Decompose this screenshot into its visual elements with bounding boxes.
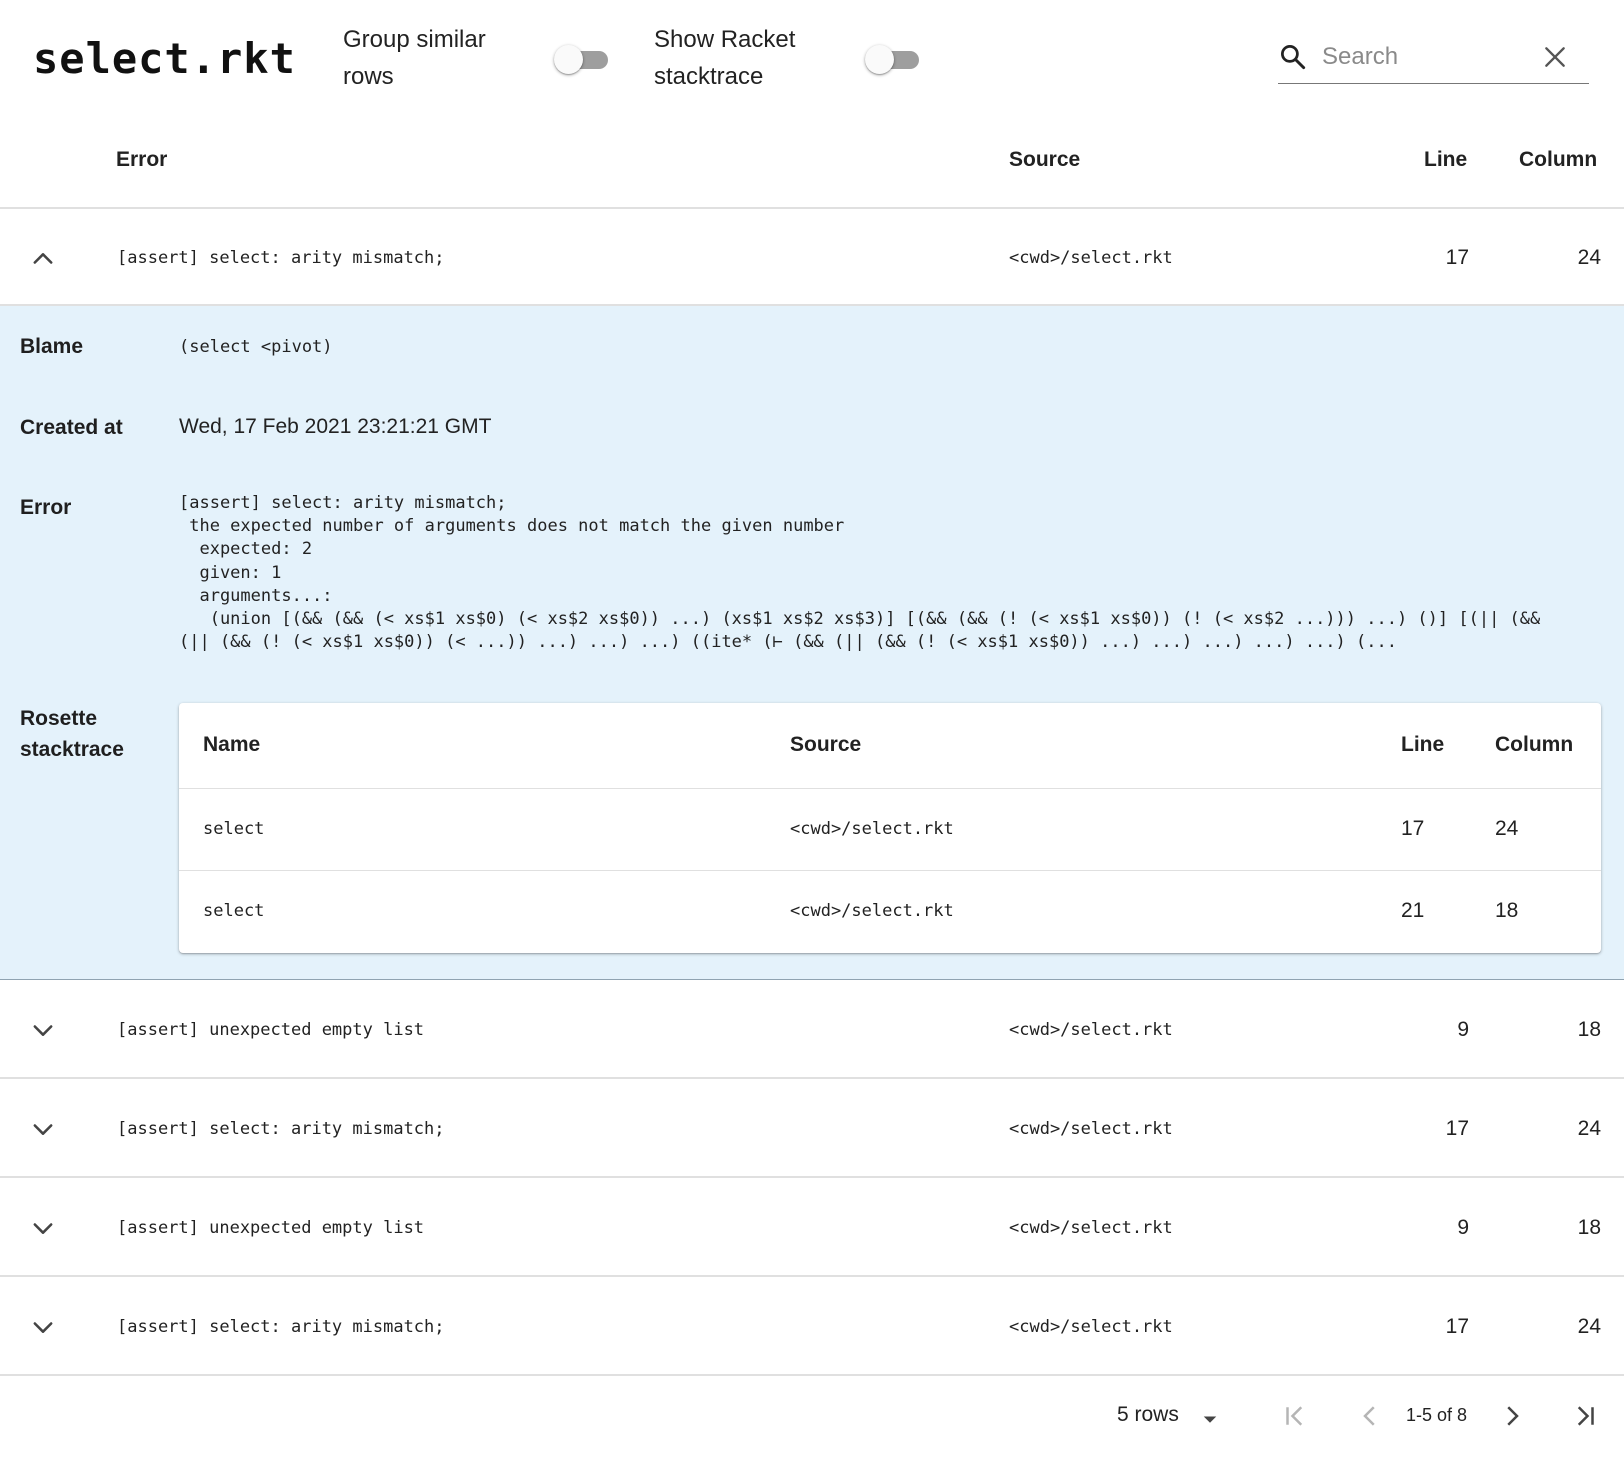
error-detail-panel: Blame (select <pivot) Created at Wed, 17…	[0, 306, 1624, 980]
stack-row-source: <cwd>/select.rkt	[790, 819, 954, 839]
row-error: [assert] unexpected empty list	[117, 1020, 425, 1040]
stack-row-column: 24	[1495, 817, 1519, 840]
show-racket-stacktrace-label: Show Racket stacktrace	[654, 21, 795, 95]
error-message: [assert] select: arity mismatch; the exp…	[179, 493, 1541, 653]
row-source: <cwd>/select.rkt	[1009, 1119, 1173, 1139]
row-line: 17	[1445, 1315, 1469, 1338]
toggle-thumb	[554, 45, 583, 74]
row-error: [assert] select: arity mismatch;	[117, 248, 445, 268]
stack-row-column: 18	[1495, 899, 1519, 922]
created-at-value: Wed, 17 Feb 2021 23:21:21 GMT	[179, 415, 492, 438]
previous-page-icon[interactable]	[1355, 1401, 1385, 1431]
chevron-down-icon[interactable]	[29, 1115, 57, 1143]
column-header-source[interactable]: Source	[1009, 148, 1080, 172]
row-line: 17	[1445, 1117, 1469, 1140]
search-bar	[1278, 32, 1589, 84]
group-similar-rows-label-line2: rows	[343, 63, 394, 90]
rows-per-page-value: 5 rows	[1117, 1403, 1179, 1426]
row-column: 18	[1577, 1018, 1601, 1041]
group-similar-rows-label: Group similar rows	[343, 21, 486, 95]
rosette-stacktrace-label-line2: stacktrace	[20, 738, 124, 761]
show-racket-stacktrace-toggle[interactable]	[865, 42, 925, 76]
column-header-line[interactable]: Line	[1424, 148, 1467, 172]
rosette-stacktrace-label-line1: Rosette	[20, 707, 98, 730]
next-page-icon[interactable]	[1497, 1401, 1527, 1431]
row-divider	[0, 1077, 1624, 1079]
group-similar-rows-toggle[interactable]	[554, 42, 614, 76]
page-range: 1-5 of 8	[1406, 1405, 1468, 1425]
row-column: 24	[1577, 1117, 1601, 1140]
stack-row-name: select	[203, 901, 265, 921]
stack-row-source: <cwd>/select.rkt	[790, 901, 954, 921]
created-at-label: Created at	[20, 416, 123, 439]
search-icon	[1281, 45, 1306, 70]
first-page-icon[interactable]	[1280, 1401, 1310, 1431]
show-racket-stacktrace-label-line2: stacktrace	[654, 63, 764, 90]
close-icon[interactable]	[1542, 44, 1568, 70]
row-source: <cwd>/select.rkt	[1009, 248, 1173, 268]
error-label: Error	[20, 496, 72, 519]
header-divider	[0, 207, 1624, 209]
rosette-stacktrace-label: Rosette stacktrace	[20, 703, 124, 765]
stack-divider	[179, 788, 1601, 789]
row-divider	[0, 1275, 1624, 1277]
row-column: 18	[1577, 1216, 1601, 1239]
chevron-down-icon[interactable]	[29, 1016, 57, 1044]
stack-row-name: select	[203, 819, 265, 839]
chevron-up-icon[interactable]	[29, 245, 57, 273]
column-header-error[interactable]: Error	[116, 148, 167, 172]
dropdown-arrow-icon[interactable]	[1195, 1404, 1225, 1434]
stack-divider	[179, 870, 1601, 871]
stack-header-source[interactable]: Source	[790, 733, 861, 757]
row-error: [assert] unexpected empty list	[117, 1218, 425, 1238]
stack-header-column[interactable]: Column	[1495, 733, 1573, 757]
row-source: <cwd>/select.rkt	[1009, 1317, 1173, 1337]
row-line: 9	[1457, 1018, 1469, 1041]
toggle-thumb	[865, 45, 894, 74]
show-racket-stacktrace-label-line1: Show Racket	[654, 26, 796, 53]
column-header-column[interactable]: Column	[1519, 148, 1597, 172]
row-divider	[0, 1176, 1624, 1178]
search-input[interactable]	[1320, 38, 1534, 76]
group-similar-rows-label-line1: Group similar	[343, 26, 486, 53]
stack-row-line: 17	[1401, 817, 1425, 840]
row-line: 9	[1457, 1216, 1469, 1239]
stack-header-name[interactable]: Name	[203, 733, 260, 757]
last-page-icon[interactable]	[1570, 1401, 1600, 1431]
stack-header-line[interactable]: Line	[1401, 733, 1444, 757]
blame-value: (select <pivot)	[179, 337, 333, 357]
page-title: select.rkt	[33, 34, 296, 83]
stacktrace-table: Name Source Line Column select <cwd>/sel…	[179, 703, 1601, 953]
chevron-down-icon[interactable]	[29, 1214, 57, 1242]
row-column: 24	[1577, 1315, 1601, 1338]
rows-per-page-select[interactable]: 5 rows	[1117, 1403, 1179, 1427]
row-error: [assert] select: arity mismatch;	[117, 1119, 445, 1139]
row-source: <cwd>/select.rkt	[1009, 1218, 1173, 1238]
chevron-down-icon[interactable]	[29, 1313, 57, 1341]
row-error: [assert] select: arity mismatch;	[117, 1317, 445, 1337]
blame-label: Blame	[20, 335, 84, 358]
row-source: <cwd>/select.rkt	[1009, 1020, 1173, 1040]
row-column: 24	[1577, 246, 1601, 269]
row-divider	[0, 1374, 1624, 1376]
stack-row-line: 21	[1401, 899, 1425, 922]
row-line: 17	[1445, 246, 1469, 269]
